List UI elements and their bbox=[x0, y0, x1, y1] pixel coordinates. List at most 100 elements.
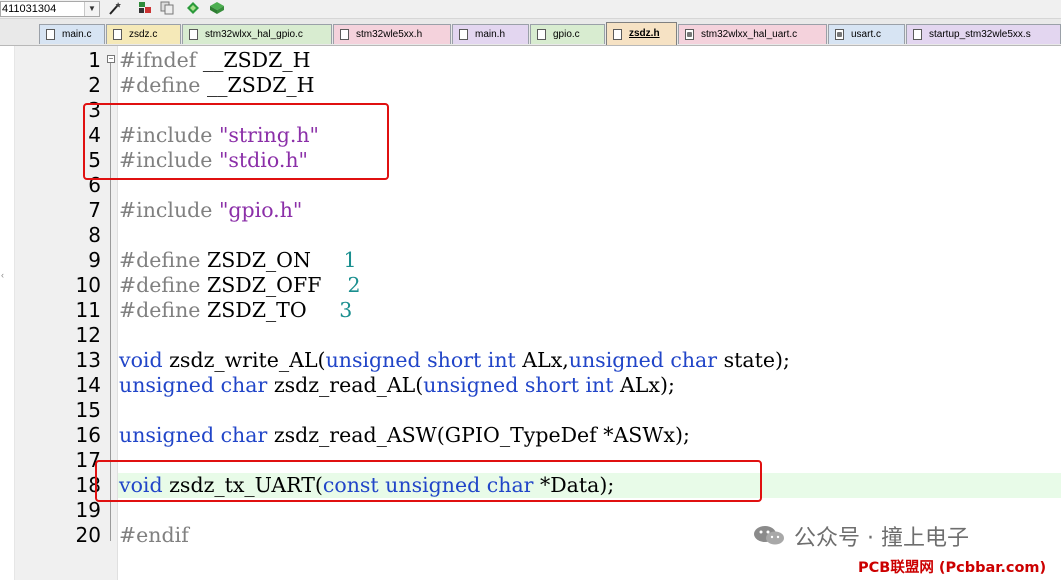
code-line[interactable]: 9 #define ZSDZ_ON 1 bbox=[0, 248, 1061, 273]
code-token-id: ZSDZ_ON bbox=[200, 248, 344, 272]
code-token-id: state); bbox=[717, 348, 790, 372]
line-number: 8 bbox=[88, 223, 101, 247]
line-number: 1 bbox=[88, 48, 101, 72]
tab-label: zsdz.c bbox=[129, 29, 158, 40]
code-token-kw: unsigned char bbox=[568, 348, 718, 372]
tab-stm32wle5xx-h[interactable]: stm32wle5xx.h bbox=[333, 24, 451, 44]
code-text: unsigned char zsdz_read_ASW(GPIO_TypeDef… bbox=[119, 423, 690, 448]
code-text: #define ZSDZ_OFF 2 bbox=[119, 273, 361, 298]
file-icon bbox=[459, 29, 468, 40]
file-icon bbox=[537, 29, 546, 40]
toolbar: 411031304 ▼ bbox=[0, 0, 1061, 19]
code-token-pp: #endif bbox=[119, 523, 189, 547]
code-line[interactable]: 8 bbox=[0, 223, 1061, 248]
tab-label: startup_stm32wle5xx.s bbox=[929, 29, 1031, 40]
tab-usart-c[interactable]: usart.c bbox=[828, 24, 905, 44]
code-line[interactable]: 12 bbox=[0, 323, 1061, 348]
code-token-num: 1 bbox=[343, 248, 357, 272]
code-token-pp: #define bbox=[119, 73, 201, 97]
code-token-pp: #define bbox=[119, 298, 201, 322]
code-line[interactable]: 11 #define ZSDZ_TO 3 bbox=[0, 298, 1061, 323]
annotation-box-includes bbox=[83, 103, 389, 180]
code-line[interactable]: 2 #define __ZSDZ_H bbox=[0, 73, 1061, 98]
line-number: 11 bbox=[75, 298, 101, 322]
file-icon bbox=[340, 29, 349, 40]
copy-icon[interactable] bbox=[158, 1, 176, 17]
magic-wand-icon[interactable] bbox=[106, 1, 124, 17]
code-text: #include "gpio.h" bbox=[119, 198, 302, 223]
tab-label: main.h bbox=[475, 29, 506, 40]
tab-zsdz-c[interactable]: zsdz.c bbox=[106, 24, 181, 44]
code-token-num: 3 bbox=[339, 298, 353, 322]
code-line[interactable]: 16 unsigned char zsdz_read_ASW(GPIO_TypeD… bbox=[0, 423, 1061, 448]
code-token-id: zsdz_read_ASW(GPIO_TypeDef *ASWx); bbox=[267, 423, 690, 447]
line-number: 17 bbox=[75, 448, 101, 472]
target-select-value: 411031304 bbox=[2, 3, 57, 15]
code-line[interactable]: 7 #include "gpio.h" bbox=[0, 198, 1061, 223]
file-icon bbox=[835, 29, 844, 40]
code-token-kw: unsigned short int bbox=[423, 373, 614, 397]
file-icon bbox=[613, 29, 622, 40]
line-number: 9 bbox=[88, 248, 101, 272]
line-number: 13 bbox=[75, 348, 101, 372]
line-number: 7 bbox=[88, 198, 101, 222]
tab-stm32wlxx-hal-uart-c[interactable]: stm32wlxx_hal_uart.c bbox=[678, 24, 827, 44]
line-number: 16 bbox=[75, 423, 101, 447]
build-icon[interactable] bbox=[136, 1, 154, 17]
watermark-account-text: 公众号 · 撞上电子 bbox=[794, 526, 969, 551]
tab-main-c[interactable]: main.c bbox=[39, 24, 105, 44]
line-number: 18 bbox=[75, 473, 101, 497]
line-number: 15 bbox=[75, 398, 101, 422]
tab-zsdz-h[interactable]: zsdz.h bbox=[606, 22, 677, 45]
code-token-id: ZSDZ_TO bbox=[200, 298, 340, 322]
tab-main-h[interactable]: main.h bbox=[452, 24, 529, 44]
file-icon bbox=[913, 29, 922, 40]
line-number: 10 bbox=[75, 273, 101, 297]
code-token-pp: #include bbox=[119, 198, 213, 222]
code-text: unsigned char zsdz_read_AL(unsigned shor… bbox=[119, 373, 675, 398]
code-token-num: 2 bbox=[347, 273, 361, 297]
code-text: #endif bbox=[119, 523, 189, 548]
code-token-id: __ZSDZ_H bbox=[200, 73, 315, 97]
tab-label: usart.c bbox=[851, 29, 882, 40]
chevron-down-icon[interactable]: ▼ bbox=[84, 2, 99, 16]
code-token-id: zsdz_read_AL( bbox=[267, 373, 424, 397]
code-text: #ifndef __ZSDZ_H bbox=[119, 48, 311, 73]
file-icon bbox=[189, 29, 198, 40]
code-token-kw: unsigned char bbox=[119, 373, 268, 397]
line-number: 19 bbox=[75, 498, 101, 522]
code-line[interactable]: 13 void zsdz_write_AL(unsigned short int … bbox=[0, 348, 1061, 373]
code-line[interactable]: 1 #ifndef __ZSDZ_H bbox=[0, 48, 1061, 73]
tab-gpio-c[interactable]: gpio.c bbox=[530, 24, 605, 44]
tab-label: stm32wlxx_hal_gpio.c bbox=[205, 29, 303, 40]
code-line[interactable]: 10 #define ZSDZ_OFF 2 bbox=[0, 273, 1061, 298]
tab-startup-stm32wle5xx-s[interactable]: startup_stm32wle5xx.s bbox=[906, 24, 1061, 44]
code-token-id: ZSDZ_OFF bbox=[200, 273, 348, 297]
tab-label: stm32wle5xx.h bbox=[356, 29, 423, 40]
code-editor[interactable]: ‹ − 1 #ifndef __ZSDZ_H 2 #define __ZSDZ_H 3 4… bbox=[0, 46, 1061, 580]
line-number: 20 bbox=[75, 523, 101, 547]
tab-label: stm32wlxx_hal_uart.c bbox=[701, 29, 798, 40]
code-token-id: ALx); bbox=[613, 373, 675, 397]
line-number: 12 bbox=[75, 323, 101, 347]
code-line[interactable]: 14 unsigned char zsdz_read_AL(unsigned sh… bbox=[0, 373, 1061, 398]
code-line[interactable]: 15 bbox=[0, 398, 1061, 423]
target-select[interactable]: 411031304 ▼ bbox=[0, 1, 100, 17]
file-icon bbox=[46, 29, 55, 40]
file-icon bbox=[113, 29, 122, 40]
diamond-icon[interactable] bbox=[184, 1, 202, 17]
file-icon bbox=[685, 29, 694, 40]
code-token-id: ALx, bbox=[515, 348, 569, 372]
tab-stm32wlxx-hal-gpio-c[interactable]: stm32wlxx_hal_gpio.c bbox=[182, 24, 332, 44]
package-icon[interactable] bbox=[208, 1, 226, 17]
code-token-kw: unsigned short int bbox=[325, 348, 516, 372]
line-number: 14 bbox=[75, 373, 101, 397]
code-token-pp: #define bbox=[119, 248, 201, 272]
tab-label: gpio.c bbox=[553, 29, 580, 40]
wechat-icon bbox=[754, 526, 784, 545]
code-token-id: __ZSDZ_H bbox=[196, 48, 311, 72]
code-token-str: "gpio.h" bbox=[218, 198, 303, 222]
code-token-kw: unsigned char bbox=[119, 423, 268, 447]
code-token-pp: #define bbox=[119, 273, 201, 297]
editor-tab-bar: main.c zsdz.c stm32wlxx_hal_gpio.c stm32wle… bbox=[0, 19, 1061, 46]
